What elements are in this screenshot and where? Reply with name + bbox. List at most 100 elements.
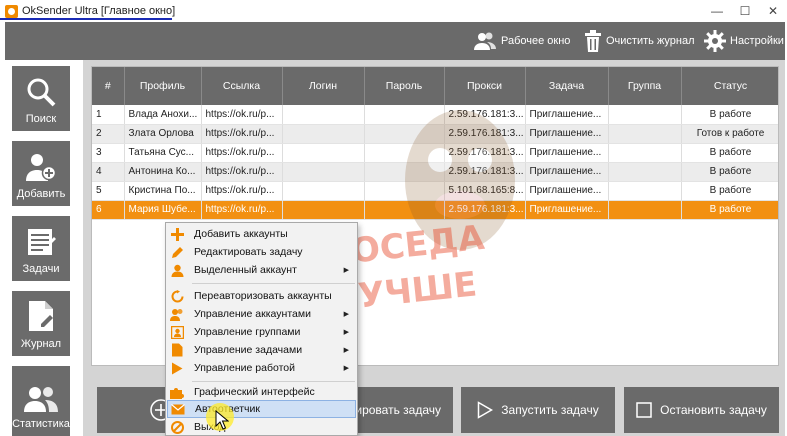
clear-log-label: Очистить журнал xyxy=(606,35,695,47)
menu-item-label: Управление работой xyxy=(194,362,295,374)
stop-task-label: Остановить задачу xyxy=(660,403,767,417)
title-underline xyxy=(0,18,172,20)
gear-icon xyxy=(704,30,726,52)
menu-item-label: Переавторизовать аккаунты xyxy=(194,290,332,302)
cell-link: https://ok.ru/p... xyxy=(201,200,283,220)
log-icon xyxy=(29,301,53,331)
menu-item-edit-task[interactable]: Редактировать задачу xyxy=(167,243,356,261)
submenu-arrow-icon: ▶ xyxy=(343,365,349,372)
cell-profile: Злата Орлова xyxy=(124,124,202,144)
cell-group xyxy=(608,162,682,182)
nav-tasks-button[interactable]: Задачи xyxy=(12,216,70,281)
app-logo-icon xyxy=(5,4,18,18)
nav-stats-button[interactable]: Статистика xyxy=(12,366,70,436)
user-icon xyxy=(170,263,184,277)
menu-item-add-accounts[interactable]: Добавить аккаунты xyxy=(167,225,356,243)
cell-login xyxy=(282,181,365,201)
minimize-button[interactable]: — xyxy=(703,0,731,22)
menu-separator xyxy=(192,381,355,382)
mouse-pointer-icon xyxy=(215,410,229,430)
document-icon xyxy=(170,343,184,357)
cell-login xyxy=(282,105,365,125)
menu-item-manage-groups[interactable]: Управление группами ▶ xyxy=(167,323,356,341)
cell-group xyxy=(608,105,682,125)
search-icon xyxy=(27,78,56,107)
cell-status: В работе xyxy=(681,200,778,220)
submenu-arrow-icon: ▶ xyxy=(343,347,349,354)
exit-icon xyxy=(170,420,184,434)
work-window-label: Рабочее окно xyxy=(501,35,571,47)
cell-link: https://ok.ru/p... xyxy=(201,143,283,163)
stop-task-button[interactable]: Остановить задачу xyxy=(624,387,779,433)
stats-icon xyxy=(24,387,58,412)
refresh-icon xyxy=(170,289,184,303)
add-user-icon xyxy=(26,154,57,181)
work-window-button[interactable]: Рабочее окно xyxy=(473,22,570,60)
title-bar: OkSender Ultra [Главное окно] — ☐ ✕ xyxy=(0,0,787,22)
cell-profile: Татьяна Сус... xyxy=(124,143,202,163)
menu-item-label: Графический интерфейс xyxy=(194,386,315,398)
envelope-icon xyxy=(171,402,185,416)
menu-item-label: Управление задачами xyxy=(194,344,303,356)
cell-profile: Кристина По... xyxy=(124,181,202,201)
edit-task-label: ировать задачу xyxy=(355,403,441,417)
menu-item-label: Управление аккаунтами xyxy=(194,308,311,320)
settings-button[interactable]: Настройки xyxy=(704,22,784,60)
column-header[interactable]: Группа xyxy=(608,67,682,105)
window-title: OkSender Ultra [Главное окно] xyxy=(22,5,176,17)
start-task-button[interactable]: Запустить задачу xyxy=(461,387,615,433)
menu-item-gui[interactable]: Графический интерфейс xyxy=(167,383,356,401)
submenu-arrow-icon: ▶ xyxy=(343,267,349,274)
cell-num: 2 xyxy=(92,124,125,144)
menu-item-autoresponder[interactable]: Автоответчик xyxy=(167,400,356,418)
clear-log-button[interactable]: Очистить журнал xyxy=(584,22,695,60)
cell-group xyxy=(608,200,682,220)
cell-group xyxy=(608,143,682,163)
groups-icon xyxy=(170,325,184,339)
maximize-button[interactable]: ☐ xyxy=(731,0,759,22)
top-toolbar: Рабочее окно Очистить журнал Настройки xyxy=(5,22,785,60)
cell-group xyxy=(608,181,682,201)
column-header[interactable]: Статус xyxy=(681,67,778,105)
close-button[interactable]: ✕ xyxy=(759,0,787,22)
cell-group xyxy=(608,124,682,144)
cell-link: https://ok.ru/p... xyxy=(201,162,283,182)
users-icon xyxy=(474,32,496,50)
cell-profile: Влада Анохи... xyxy=(124,105,202,125)
cell-login xyxy=(282,162,365,182)
menu-item-manage-tasks[interactable]: Управление задачами ▶ xyxy=(167,341,356,359)
cell-login xyxy=(282,124,365,144)
submenu-arrow-icon: ▶ xyxy=(343,329,349,336)
menu-item-label: Выделенный аккаунт xyxy=(194,264,297,276)
cell-status: В работе xyxy=(681,143,778,163)
column-header[interactable]: Профиль xyxy=(124,67,202,105)
menu-item-reauthorize[interactable]: Переавторизовать аккаунты xyxy=(167,287,356,305)
column-header[interactable]: Логин xyxy=(282,67,365,105)
cell-status: Готов к работе xyxy=(681,124,778,144)
menu-item-label: Управление группами xyxy=(194,326,301,338)
trash-icon xyxy=(585,30,601,52)
nav-log-label: Журнал xyxy=(20,338,62,350)
cell-num: 4 xyxy=(92,162,125,182)
nav-tasks-label: Задачи xyxy=(22,263,60,275)
cell-profile: Мария Шубе... xyxy=(124,200,202,220)
plus-icon xyxy=(170,227,184,241)
cell-login xyxy=(282,200,365,220)
play-icon xyxy=(170,361,184,375)
nav-add-button[interactable]: Добавить xyxy=(12,141,70,206)
app-window: OkSender Ultra [Главное окно] — ☐ ✕ Рабо… xyxy=(0,0,787,436)
column-header[interactable]: Ссылка xyxy=(201,67,283,105)
submenu-arrow-icon: ▶ xyxy=(343,311,349,318)
play-outline-icon xyxy=(478,401,494,419)
menu-item-exit[interactable]: Выход xyxy=(167,418,356,436)
nav-log-button[interactable]: Журнал xyxy=(12,291,70,356)
menu-item-manage-work[interactable]: Управление работой ▶ xyxy=(167,359,356,377)
nav-stats-label: Статистика xyxy=(12,418,70,430)
menu-item-manage-accounts[interactable]: Управление аккаунтами ▶ xyxy=(167,305,356,323)
side-nav: Поиск Добавить Задачи Журнал Статистика xyxy=(5,60,83,436)
cell-profile: Антонина Ко... xyxy=(124,162,202,182)
cell-num: 3 xyxy=(92,143,125,163)
nav-search-button[interactable]: Поиск xyxy=(12,66,70,131)
column-header[interactable]: # xyxy=(92,67,125,105)
menu-item-selected-account[interactable]: Выделенный аккаунт ▶ xyxy=(167,261,356,279)
